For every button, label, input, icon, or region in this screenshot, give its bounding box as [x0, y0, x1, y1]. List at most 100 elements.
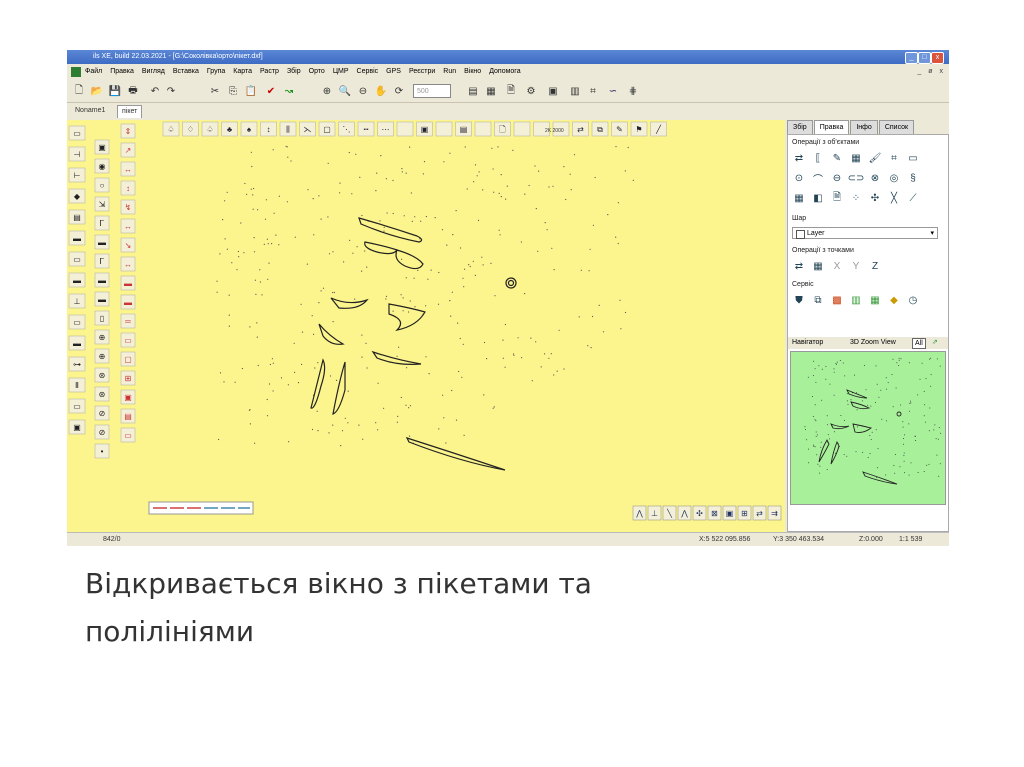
point-move-icon[interactable]: ⇄ [792, 259, 806, 273]
menu-item-5[interactable]: Карта [233, 66, 252, 78]
clock-icon[interactable]: ◷ [906, 293, 920, 307]
layers-icon[interactable]: ▤ [465, 83, 481, 99]
menu-item-4[interactable]: Група [207, 66, 225, 78]
menu-item-0[interactable]: Файл [85, 66, 102, 78]
zoom-in-icon[interactable]: 🔍 [337, 83, 353, 99]
arc-icon[interactable]: ⌒ [811, 171, 825, 186]
minimize-button[interactable]: _ [905, 52, 918, 64]
menu-item-7[interactable]: Збір [287, 66, 301, 78]
menu-item-14[interactable]: Вікно [464, 66, 481, 78]
color-grid-icon[interactable]: ▩ [830, 293, 844, 307]
doc-icon[interactable]: 🗎 [830, 191, 844, 205]
tab-spysok[interactable]: Список [878, 120, 915, 134]
point-z-label[interactable]: Z [868, 259, 882, 273]
pencil-icon[interactable]: ✎ [830, 151, 844, 165]
refresh-icon[interactable]: ⟳ [391, 83, 407, 99]
cut-icon[interactable]: ✂ [207, 83, 223, 99]
cluster-icon[interactable]: ✣ [868, 191, 882, 205]
settings-icon[interactable]: ⚙ [523, 83, 539, 99]
mesh-icon[interactable]: ⋕ [625, 83, 641, 99]
brush-icon[interactable]: 🖌 [868, 151, 882, 165]
dash-icon[interactable]: ▭ [906, 151, 920, 165]
close-button[interactable]: x [931, 52, 944, 64]
point-x-label[interactable]: X [830, 259, 844, 273]
open-icon[interactable]: 📂 [89, 83, 105, 99]
mdi-minimize-button[interactable]: _ [917, 66, 921, 78]
tab-info[interactable]: Інфо [850, 120, 878, 134]
frame-icon[interactable]: ⌗ [887, 151, 901, 165]
scatter-icon[interactable]: ⁘ [849, 191, 863, 205]
bracket-icon[interactable]: ⟦ [811, 151, 825, 165]
report-icon[interactable]: 🗎 [503, 83, 519, 99]
layer-select[interactable]: Layer ▾ [792, 227, 938, 239]
merge-icon[interactable]: ⊖ [830, 171, 844, 185]
menu-item-13[interactable]: Run [443, 66, 456, 78]
navigator-view-label[interactable]: 3D Zoom View [850, 337, 896, 349]
point-y-label[interactable]: Y [849, 259, 863, 273]
shield-icon[interactable]: ⛊ [792, 293, 806, 307]
canvas-tool-12[interactable] [396, 121, 414, 137]
grid-icon[interactable]: ⌗ [585, 83, 601, 99]
tab-piket[interactable]: пікет [117, 105, 143, 118]
canvas-drawing[interactable]: ▭ ⊣ ⊢ ◆ ▤ ▬ ▭ ▬ ⊥ ▭ ▬ ⊶ Ⅱ ▭ ▣ ▣ ◉ ○ ⇲ Ꮁ ▬ Ꮁ ▬ ▬ ▯ ⊕ ⊕ ⊛ ⊛ ⊘ ⊘ • ⇕ ↗ ↔ ↕ ↯ ↔… [67, 120, 785, 532]
move-icon[interactable]: ⇄ [792, 151, 806, 165]
mdi-restore-button[interactable]: ø [928, 66, 932, 78]
cross-icon[interactable]: ╳ [887, 191, 901, 205]
table-icon[interactable]: ▦ [483, 83, 499, 99]
palette-icon[interactable]: ▣ [545, 83, 561, 99]
new-icon[interactable]: 🗋 [71, 83, 87, 99]
map-icon[interactable]: ▥ [567, 83, 583, 99]
zoom-out-icon[interactable]: ⊖ [355, 83, 371, 99]
menu-item-6[interactable]: Растр [260, 66, 279, 78]
mdi-close-button[interactable]: x [940, 66, 944, 78]
redo-icon[interactable]: ↷ [163, 83, 179, 99]
tab-zbir[interactable]: Збір [787, 120, 813, 134]
line-style-swatches[interactable] [148, 501, 254, 515]
menu-item-10[interactable]: Сервіс [357, 66, 379, 78]
menu-item-8[interactable]: Орто [309, 66, 325, 78]
undo-icon[interactable]: ↶ [147, 83, 163, 99]
menu-item-2[interactable]: Вигляд [142, 66, 165, 78]
canvas-tool-18[interactable] [513, 121, 531, 137]
cube-icon[interactable]: ⧉ [811, 293, 825, 307]
point-table-icon[interactable]: ▦ [811, 259, 825, 273]
left-tool-a-glyph-10: ▬ [73, 339, 81, 348]
canvas-tool-14[interactable] [435, 121, 453, 137]
menu-item-9[interactable]: ЦМР [333, 66, 349, 78]
intersect-icon[interactable]: ⊗ [868, 171, 882, 185]
union-icon[interactable]: ⊂⊃ [848, 171, 865, 185]
map-tiles-icon[interactable]: ▦ [868, 293, 882, 307]
wave-icon[interactable]: ∽ [605, 83, 621, 99]
redo-arrow-icon[interactable]: ↝ [281, 83, 297, 99]
bars-icon[interactable]: ▥ [849, 293, 863, 307]
menu-item-12[interactable]: Реєстри [409, 66, 435, 78]
menu-item-15[interactable]: Допомога [489, 66, 520, 78]
print-icon[interactable]: 🖶 [125, 83, 141, 99]
check-icon[interactable]: ✔ [263, 83, 279, 99]
save-icon[interactable]: 💾 [107, 83, 123, 99]
tab-pravka[interactable]: Правка [813, 120, 850, 134]
pan-hand-icon[interactable]: ✋ [373, 83, 389, 99]
table-edit-icon[interactable]: ▦ [849, 151, 863, 165]
copy-icon[interactable]: ⎘ [225, 83, 241, 99]
layer-checkbox[interactable] [796, 230, 805, 239]
navigator-view[interactable] [790, 351, 946, 505]
zoom-value-input[interactable]: 500 [413, 84, 451, 98]
spring-icon[interactable]: § [906, 171, 920, 185]
menu-item-1[interactable]: Правка [110, 66, 134, 78]
tab-noname1[interactable]: Noname1 [71, 105, 109, 117]
zoom-window-icon[interactable]: ⊕ [319, 83, 335, 99]
canvas-tool-16[interactable] [474, 121, 492, 137]
hatch-icon[interactable]: ⟋ [906, 191, 920, 205]
ring-icon[interactable]: ◎ [887, 171, 901, 185]
navigator-all-button[interactable]: All [912, 338, 926, 349]
rotate-icon[interactable]: ⊙ [792, 171, 806, 185]
menu-item-3[interactable]: Вставка [173, 66, 199, 78]
drawing-canvas[interactable]: ▭ ⊣ ⊢ ◆ ▤ ▬ ▭ ▬ ⊥ ▭ ▬ ⊶ Ⅱ ▭ ▣ ▣ ◉ ○ ⇲ Ꮁ ▬ Ꮁ ▬ ▬ ▯ ⊕ ⊕ ⊛ ⊛ ⊘ ⊘ • ⇕ ↗ ↔ ↕ ↯ ↔… [67, 120, 785, 532]
shape-icon[interactable]: ◧ [811, 191, 825, 205]
grid-select-icon[interactable]: ▦ [792, 191, 806, 205]
paste-icon[interactable]: 📋 [243, 83, 259, 99]
diamond-icon[interactable]: ◆ [887, 293, 901, 307]
maximize-button[interactable]: □ [918, 52, 931, 64]
menu-item-11[interactable]: GPS [386, 66, 401, 78]
